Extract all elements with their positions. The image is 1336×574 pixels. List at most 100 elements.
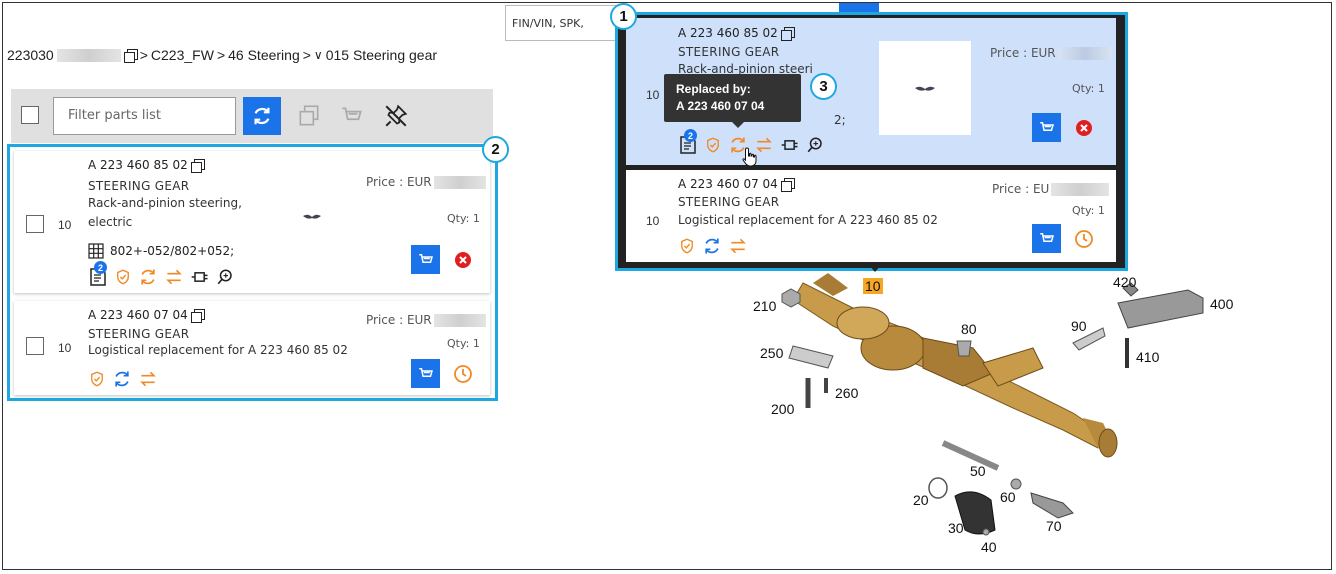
refresh-icon[interactable] [112,369,132,389]
price: Price : EUR [990,46,1112,60]
swap-icon[interactable] [138,369,158,389]
document-icon[interactable]: 2 [678,129,698,155]
breadcrumb-group[interactable]: 46 Steering [228,47,300,63]
quantity: Qty: 1 [447,212,480,225]
diagram-label-40[interactable]: 40 [981,539,997,555]
refresh-button[interactable] [243,97,281,135]
copy-icon[interactable] [190,308,205,323]
swap-icon[interactable] [164,267,184,287]
shield-check-icon[interactable] [678,237,696,255]
screen-frame: 223030 > C223_FW > 46 Steering > ∨ 015 S… [2,2,1332,570]
diagram-label-10[interactable]: 10 [863,278,883,294]
shield-check-icon[interactable] [114,268,132,286]
breadcrumb: 223030 > C223_FW > 46 Steering > ∨ 015 S… [7,47,437,63]
breadcrumb-model[interactable]: C223_FW [151,47,214,63]
diagram-label-70[interactable]: 70 [1046,518,1062,534]
copy-icon[interactable] [123,48,138,63]
callout-2: 2 [482,136,509,163]
magnify-icon[interactable] [806,136,824,154]
variant-code: 802+-052/802+052; [88,243,234,259]
tooltip-value: A 223 460 07 04 [676,99,765,113]
document-count-badge: 2 [684,129,697,142]
copy-icon[interactable] [296,103,322,129]
position-number: 10 [646,88,660,102]
redacted-price [1051,182,1110,196]
vin-search-input[interactable]: FIN/VIN, SPK, [505,5,617,41]
part-number-text[interactable]: A 223 460 85 02 [678,26,778,40]
diagram-label-20[interactable]: 20 [913,492,929,508]
diagram-label-260[interactable]: 260 [835,385,858,401]
unpin-icon[interactable] [383,103,409,129]
part-number-text[interactable]: A 223 460 07 04 [88,308,188,322]
cart-icon[interactable] [339,103,365,129]
diagram-label-210[interactable]: 210 [753,298,776,314]
refresh-icon[interactable] [138,267,158,287]
position-number: 10 [646,214,660,228]
add-to-cart-button[interactable] [1032,113,1061,142]
breadcrumb-separator: > [139,47,148,63]
diagram-label-420[interactable]: 420 [1113,274,1136,290]
redacted-price [433,313,486,327]
refresh-icon[interactable] [702,236,722,256]
swap-icon[interactable] [728,236,748,256]
copy-icon[interactable] [190,158,205,173]
cart-icon [418,253,433,263]
magnify-icon[interactable] [216,268,234,286]
breadcrumb-sub[interactable]: 015 Steering gear [326,47,437,63]
position-number: 10 [58,218,72,232]
shield-check-icon[interactable] [704,136,722,154]
remove-icon[interactable] [454,251,472,269]
part-checkbox[interactable] [26,215,44,233]
part-description: Rack-and-pinion steering, electric [88,195,242,230]
diagram-label-250[interactable]: 250 [760,345,783,361]
part-card[interactable]: 10 A 223 460 07 04 STEERING GEAR Logisti… [14,301,490,395]
part-action-icons: 2 [88,261,234,287]
part-card[interactable]: 10 A 223 460 85 02 STEERING GEAR Rack-an… [14,151,490,293]
add-to-cart-button[interactable] [1032,224,1061,253]
diagram-label-30[interactable]: 30 [948,520,964,536]
part-thumbnail[interactable] [302,211,322,223]
part-checkbox[interactable] [26,337,44,355]
select-all-checkbox[interactable] [21,106,39,124]
clock-icon[interactable] [453,364,473,384]
copy-icon[interactable] [780,26,795,41]
connector-icon[interactable] [190,267,210,287]
diagram-label-90[interactable]: 90 [1071,318,1087,334]
part-number-text[interactable]: A 223 460 07 04 [678,177,778,191]
callout-1: 1 [610,3,637,30]
part-thumbnail[interactable] [879,41,971,135]
diagram-label-410[interactable]: 410 [1136,349,1159,365]
part-name: STEERING GEAR [88,327,190,341]
callout-3: 3 [810,73,837,100]
chevron-down-icon[interactable]: ∨ [314,48,323,62]
diagram-label-400[interactable]: 400 [1210,296,1233,312]
add-to-cart-button[interactable] [411,359,440,388]
tooltip-title: Replaced by: [676,82,751,96]
remove-icon[interactable] [1075,119,1093,137]
variant-code-text: 802+-052/802+052; [110,244,235,258]
quantity: Qty: 1 [447,337,480,350]
parts-toolbar: Filter parts list [11,89,493,143]
diagram-label-200[interactable]: 200 [771,401,794,417]
quantity: Qty: 1 [1072,204,1105,217]
price-label: Price : EUR [366,313,432,327]
shield-check-icon[interactable] [88,370,106,388]
connector-icon[interactable] [780,135,800,155]
filter-input[interactable]: Filter parts list [53,97,236,135]
diagram-label-80[interactable]: 80 [961,321,977,337]
clock-icon[interactable] [1074,229,1094,249]
cart-icon [1039,232,1054,242]
document-count-badge: 2 [94,261,107,274]
part-number-text[interactable]: A 223 460 85 02 [88,158,188,172]
copy-icon[interactable] [780,177,795,192]
steering-gear-illustration[interactable] [733,268,1273,568]
redacted-vin [56,48,121,62]
diagram-label-50[interactable]: 50 [970,463,986,479]
add-to-cart-button[interactable] [411,245,440,274]
breadcrumb-separator: > [216,47,226,63]
diagram-label-60[interactable]: 60 [1000,489,1016,505]
popup-part-card[interactable]: 10 A 223 460 07 04 STEERING GEAR Logisti… [626,170,1116,262]
part-description: Logistical replacement for A 223 460 85 … [678,213,938,227]
breadcrumb-vin[interactable]: 223030 [7,47,54,63]
document-icon[interactable]: 2 [88,261,108,287]
